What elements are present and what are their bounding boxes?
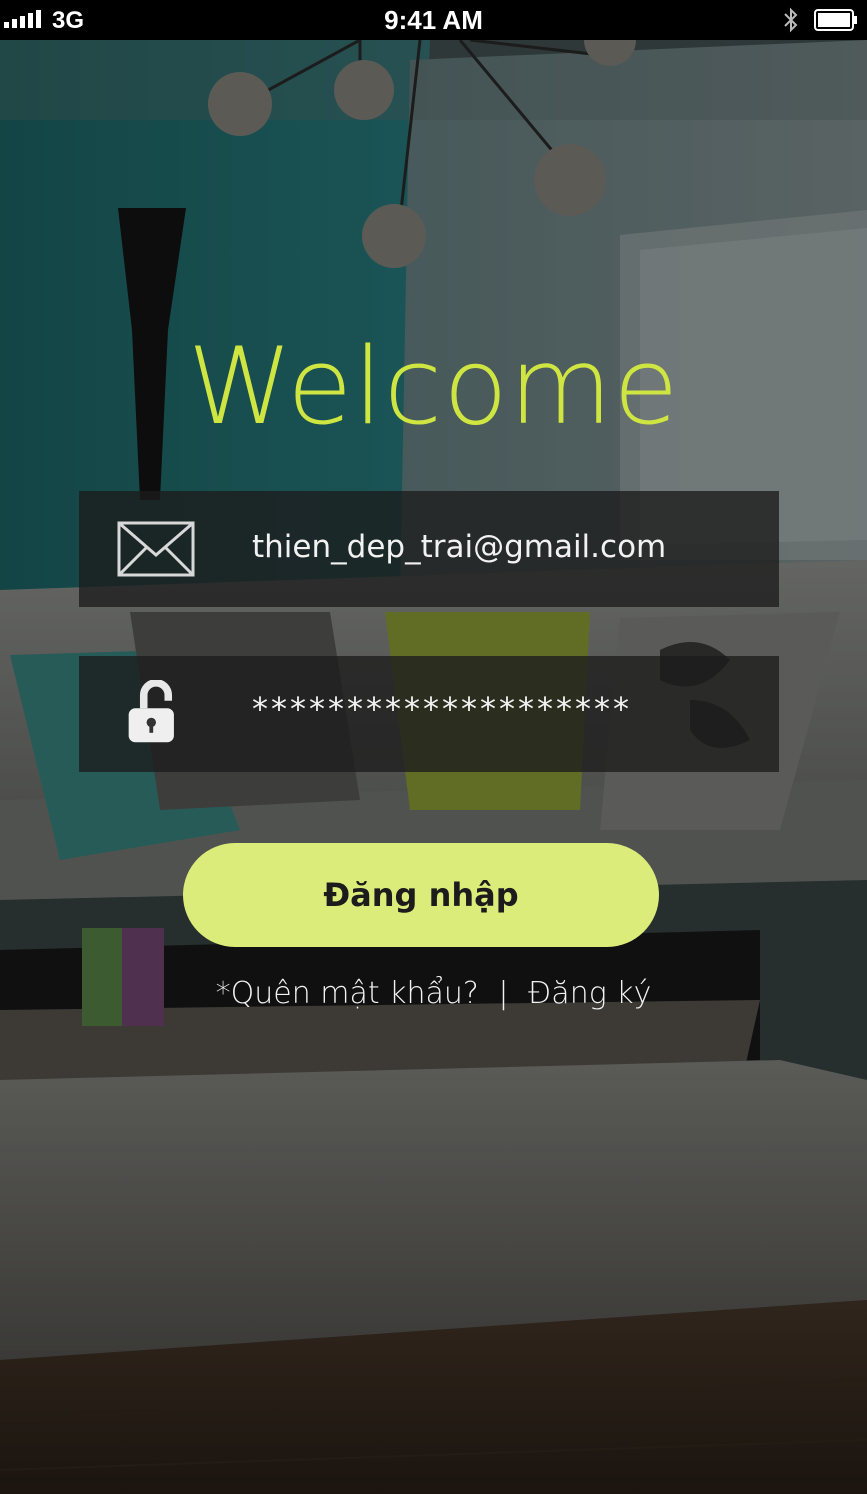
envelope-icon [117, 521, 195, 577]
padlock-icon [128, 680, 174, 743]
link-separator: | [498, 976, 509, 1011]
email-field[interactable]: thien_dep_trai@gmail.com [79, 491, 779, 607]
email-value[interactable]: thien_dep_trai@gmail.com [252, 529, 666, 565]
status-bar: 3G 9:41 AM [0, 0, 867, 40]
forgot-password-link[interactable]: *Quên mật khẩu? [216, 976, 479, 1011]
password-value[interactable]: ******************** [252, 690, 632, 728]
bluetooth-icon [784, 7, 798, 33]
login-button[interactable]: Đăng nhập [183, 843, 659, 947]
register-link[interactable]: Đăng ký [528, 976, 651, 1011]
login-screen: 3G 9:41 AM Welcome thien_dep_trai@gmail.… [0, 0, 867, 1494]
welcome-title: Welcome [187, 325, 680, 448]
account-links: *Quên mật khẩu? | Đăng ký [0, 976, 867, 1011]
status-time: 9:41 AM [384, 5, 483, 35]
password-field[interactable]: ******************** [79, 656, 779, 772]
battery-icon [814, 9, 857, 31]
